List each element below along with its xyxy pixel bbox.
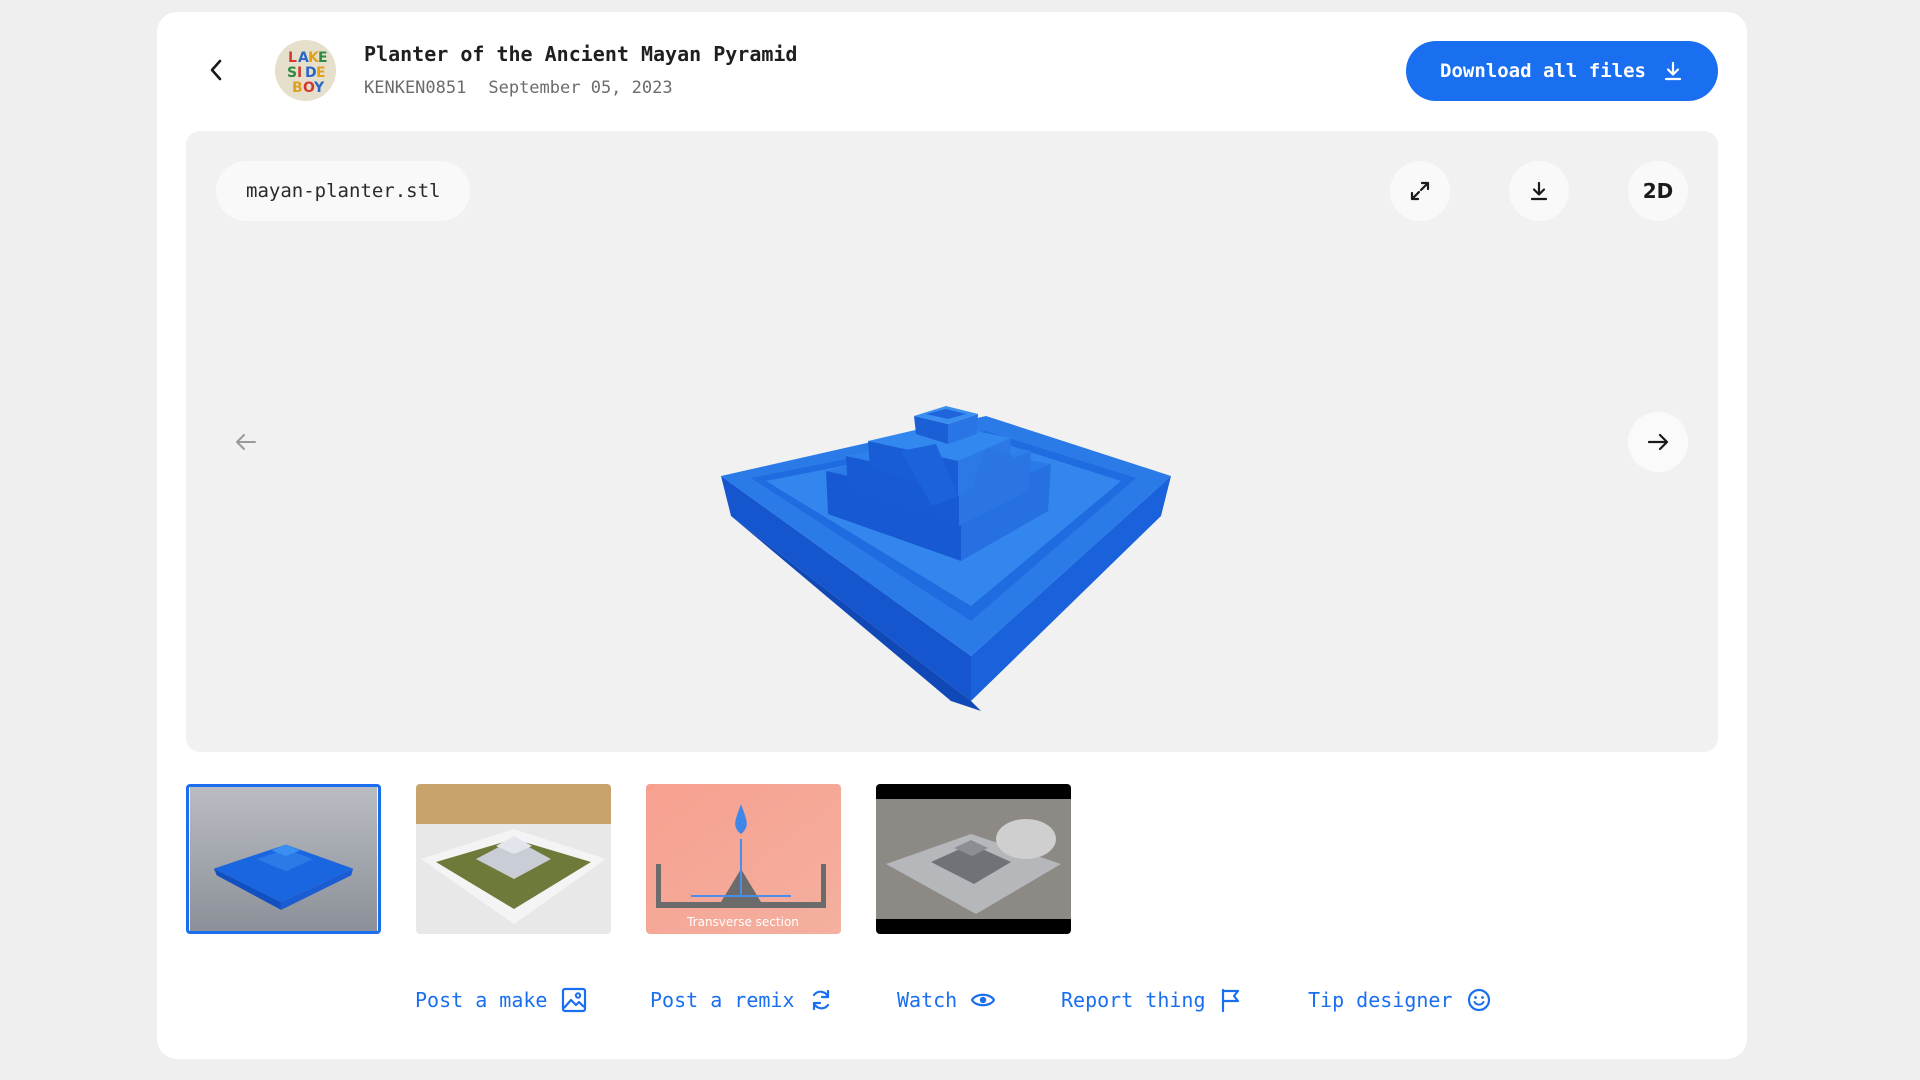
arrow-right-icon: [1647, 433, 1669, 451]
tip-designer-action[interactable]: Tip designer: [1308, 984, 1491, 1016]
chevron-left-icon: [210, 59, 222, 81]
download-icon: [1664, 61, 1682, 81]
download-icon: [1530, 181, 1548, 201]
fullscreen-button[interactable]: [1390, 161, 1450, 221]
post-make-action[interactable]: Post a make: [415, 984, 587, 1016]
next-image-button[interactable]: [1628, 412, 1688, 472]
previous-image-button[interactable]: [216, 412, 276, 472]
arrow-left-icon: [236, 434, 256, 450]
pyramid-planter-model: [721, 406, 1171, 711]
thumbnail-transverse-section[interactable]: Transverse section: [646, 784, 841, 934]
render-image: [189, 787, 378, 931]
svg-text:Y: Y: [313, 80, 325, 96]
thing-meta: KENKEN0851 September 05, 2023: [364, 78, 673, 98]
avatar[interactable]: L A K E S I D E B O Y: [275, 40, 336, 101]
svg-text:E: E: [318, 50, 328, 66]
moss-planter-photo: [416, 784, 611, 934]
tip-designer-label: Tip designer: [1308, 988, 1453, 1012]
download-all-button[interactable]: Download all files: [1406, 41, 1718, 101]
transverse-section-caption: Transverse section: [686, 915, 799, 929]
post-make-label: Post a make: [415, 988, 548, 1012]
watch-label: Watch: [897, 988, 958, 1012]
flag-icon: [1221, 988, 1239, 1012]
section-diagram: Transverse section: [646, 784, 841, 934]
svg-text:I: I: [297, 65, 302, 81]
designer-logo: L A K E S I D E B O Y: [275, 40, 336, 101]
report-thing-action[interactable]: Report thing: [1061, 984, 1242, 1016]
svg-text:S: S: [287, 65, 297, 81]
post-remix-action[interactable]: Post a remix: [650, 984, 833, 1016]
refresh-icon: [812, 989, 829, 1011]
watch-action[interactable]: Watch: [897, 984, 996, 1016]
download-all-label: Download all files: [1440, 60, 1646, 82]
smile-icon: [1467, 988, 1490, 1012]
svg-text:L: L: [288, 50, 297, 66]
download-file-button[interactable]: [1509, 161, 1569, 221]
eye-icon: [971, 993, 996, 1007]
svg-text:D: D: [305, 65, 317, 81]
post-remix-label: Post a remix: [650, 988, 795, 1012]
report-thing-label: Report thing: [1061, 988, 1206, 1012]
publish-date: September 05, 2023: [488, 78, 673, 98]
file-name-chip[interactable]: mayan-planter.stl: [216, 161, 471, 221]
svg-text:E: E: [316, 65, 326, 81]
back-button[interactable]: [198, 48, 234, 92]
video-frame: [876, 784, 1071, 934]
author-link[interactable]: KENKEN0851: [364, 78, 466, 98]
2d-toggle-button[interactable]: 2D: [1628, 161, 1688, 221]
thing-title: Planter of the Ancient Mayan Pyramid: [364, 42, 798, 66]
image-icon: [562, 987, 587, 1013]
svg-text:B: B: [292, 80, 303, 96]
thumbnail-video[interactable]: [876, 784, 1071, 934]
2d-toggle-icon: 2D: [1642, 179, 1674, 203]
thumbnail-photo[interactable]: [416, 784, 611, 934]
expand-icon: [1410, 181, 1430, 201]
model-viewer[interactable]: mayan-planter.stl 2D: [186, 131, 1718, 752]
thumbnail-render[interactable]: [186, 784, 381, 934]
